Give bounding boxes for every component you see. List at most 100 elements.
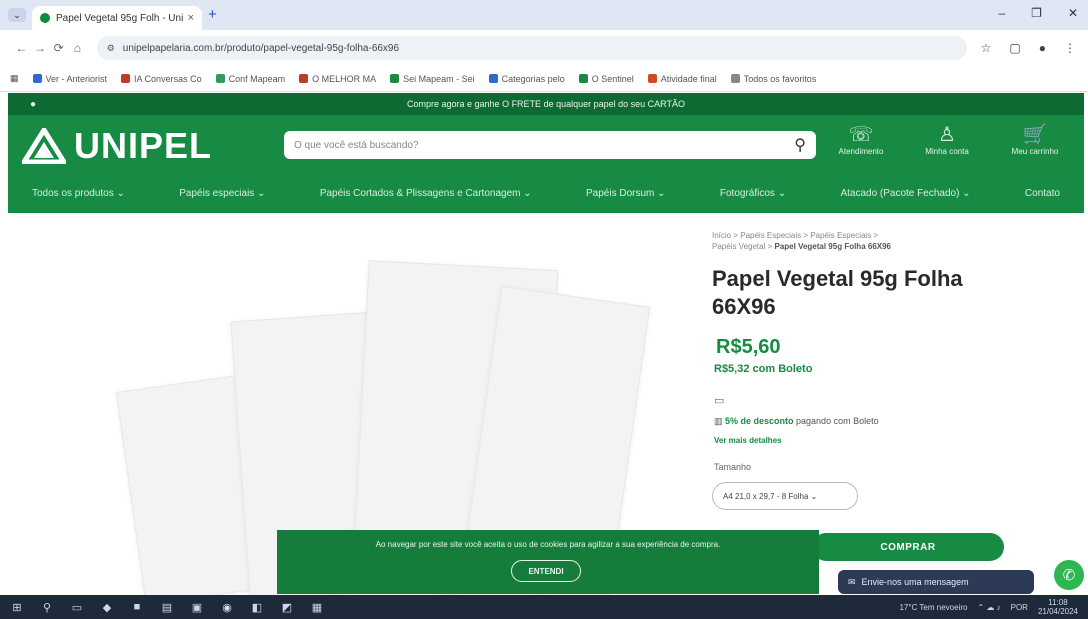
menu-item-papeis-especiais[interactable]: Papéis especiais ⌄ [179, 188, 265, 199]
forward-icon[interactable]: → [31, 41, 50, 55]
search-icon[interactable]: ⚲ [794, 135, 806, 155]
breadcrumb-path[interactable]: Início > Papéis Especiais > Papéis Espec… [712, 231, 878, 240]
tab-list-button[interactable]: ⌄ [8, 8, 26, 22]
taskbar-app-icon[interactable]: ▦ [310, 600, 324, 614]
bookmark-label: Ver - Anteriorist [45, 73, 108, 84]
maximize-button[interactable]: ❐ [1031, 6, 1042, 20]
site-header: UNIPEL O que você está buscando? ⚲ ☏ Ate… [8, 115, 1084, 173]
bookmark-label: Sei Mapeam - Sei [403, 73, 475, 84]
logo-triangle-icon [22, 128, 66, 164]
tab-close-icon[interactable]: × [188, 12, 194, 24]
search-placeholder: O que você está buscando? [294, 139, 419, 151]
browser-menu-icon[interactable]: ⋮ [1064, 41, 1076, 55]
taskbar-search-icon[interactable]: ⚲ [40, 600, 54, 614]
clock-date: 21/04/2024 [1037, 607, 1078, 616]
menu-item-fotograficos[interactable]: Fotográficos ⌄ [720, 188, 786, 199]
cookie-accept-button[interactable]: ENTENDI [511, 560, 581, 582]
clock[interactable]: 11:08 21/04/2024 [1038, 598, 1078, 616]
bookmark-favicon-icon [215, 74, 225, 83]
promo-text: Compre agora e ganhe O FRETE de qualquer… [407, 99, 685, 109]
search-input[interactable]: O que você está buscando? ⚲ [284, 131, 816, 159]
buy-button[interactable]: COMPRAR [812, 533, 1004, 561]
weather-widget[interactable]: 17°C Tem nevoeiro [899, 603, 967, 612]
product-title: Papel Vegetal 95g Folha 66X96 [712, 266, 963, 319]
breadcrumb-current: Papel Vegetal 95g Folha 66X96 [774, 242, 892, 251]
bookmark-favicon-icon [730, 74, 740, 83]
whatsapp-icon[interactable]: ✆ [1054, 560, 1084, 590]
size-label: Tamanho [714, 462, 752, 472]
browser-tab-bar: ⌄ Papel Vegetal 95g Folh - Uni × + – ❐ ✕ [0, 0, 1088, 30]
bookmark-label: IA Conversas Co [134, 73, 202, 84]
bookmark-label: Categorias pelo [501, 73, 565, 84]
taskbar-app-icon[interactable]: ▤ [160, 600, 174, 614]
bookmarks-bar: ▦ Ver - Anteriorist IA Conversas Co Conf M… [0, 66, 1088, 92]
main-menu: Todos os produtos ⌄ Papéis especiais ⌄ P… [8, 173, 1084, 213]
bookmark-favicon-icon [488, 74, 498, 83]
reload-icon[interactable]: ⟳ [49, 41, 68, 55]
menu-item-contato[interactable]: Contato [1025, 188, 1060, 199]
minimize-button[interactable]: – [998, 6, 1005, 20]
breadcrumb-path-2[interactable]: Papéis Vegetal > [712, 242, 775, 251]
credit-card-icon: ▭ [714, 395, 725, 407]
bookmark-item[interactable]: O MELHOR MA [299, 74, 376, 84]
bookmark-favicon-icon [578, 74, 588, 83]
task-view-icon[interactable]: ▭ [70, 600, 84, 614]
profile-icon[interactable]: ● [1039, 41, 1046, 55]
chat-widget[interactable]: ✉ Envie-nos uma mensagem [838, 570, 1034, 594]
account-link[interactable]: ♙ Minha conta [912, 123, 982, 156]
file-explorer-icon[interactable]: ▣ [190, 600, 204, 614]
menu-item-papeis-dorsum[interactable]: Papéis Dorsum ⌄ [586, 188, 666, 199]
back-icon[interactable]: ← [12, 41, 31, 55]
user-icon: ♙ [938, 124, 956, 146]
product-price: R$5,60 [716, 336, 781, 358]
bookmark-star-icon[interactable]: ☆ [981, 41, 992, 55]
taskbar-app-icon[interactable]: ◧ [250, 600, 264, 614]
taskbar-app-icon[interactable]: ■ [130, 600, 144, 614]
language-indicator[interactable]: POR [1011, 603, 1028, 612]
window-controls: – ❐ ✕ [998, 6, 1078, 20]
new-tab-button[interactable]: + [208, 6, 217, 23]
apps-grid-icon[interactable]: ▦ [10, 73, 19, 84]
cart-link[interactable]: 🛒 Meu carrinho [1000, 123, 1070, 156]
bookmark-label: Conf Mapeam [228, 73, 286, 84]
extensions-icon[interactable]: ▢ [1009, 41, 1020, 55]
unipel-logo[interactable]: UNIPEL [22, 125, 212, 167]
bookmark-item[interactable]: IA Conversas Co [121, 74, 202, 84]
discount-text: pagando com Boleto [793, 416, 879, 426]
chrome-icon[interactable]: ◉ [220, 600, 234, 614]
bookmark-label: Atividade final [660, 73, 717, 84]
bookmark-item[interactable]: Ver - Anteriorist [32, 73, 108, 84]
site-info-icon[interactable]: ⚙ [107, 43, 115, 54]
close-window-button[interactable]: ✕ [1068, 6, 1078, 20]
tab-title: Papel Vegetal 95g Folh - Uni [56, 12, 184, 24]
cart-label: Meu carrinho [1011, 147, 1059, 156]
bookmark-favicon-icon [647, 74, 657, 83]
clock-time: 11:08 [1048, 598, 1068, 607]
start-icon[interactable]: ⊞ [10, 600, 24, 614]
installments-link[interactable]: Ver mais detalhes [714, 436, 782, 445]
home-icon[interactable]: ⌂ [68, 41, 87, 55]
logo-text: UNIPEL [74, 125, 213, 166]
bookmark-item[interactable]: Sei Mapeam - Sei [390, 74, 475, 84]
bookmark-item[interactable]: Conf Mapeam [215, 73, 286, 84]
bookmark-item[interactable]: Atividade final [647, 73, 717, 84]
bookmark-favicon-icon [32, 74, 42, 83]
atendimento-link[interactable]: ☏ Atendimento [826, 123, 896, 156]
menu-item-atacado[interactable]: Atacado (Pacote Fechado) ⌄ [840, 188, 970, 199]
tray-icons[interactable]: ⌃ ☁ ♪ [977, 603, 1000, 612]
boleto-price: R$5,32 com Boleto [714, 363, 813, 375]
menu-item-papeis-cortados[interactable]: Papéis Cortados & Plissagens e Cartonage… [320, 188, 532, 199]
taskbar-app-icon[interactable]: ◩ [280, 600, 294, 614]
bookmark-favicon-icon [299, 74, 309, 83]
size-select[interactable]: A4 21,0 x 29,7 - 8 Folha ⌄ [712, 482, 858, 510]
bookmark-item[interactable]: O Sentinel [578, 74, 634, 84]
menu-item-todos-produtos[interactable]: Todos os produtos ⌄ [32, 188, 125, 199]
taskbar-app-icon[interactable]: ◆ [100, 600, 114, 614]
address-bar[interactable]: ⚙ unipelpapelaria.com.br/produto/papel-v… [96, 36, 967, 60]
browser-tab-active[interactable]: Papel Vegetal 95g Folh - Uni × [32, 6, 202, 30]
bookmark-item[interactable]: Categorias pelo [488, 73, 565, 84]
bookmark-item[interactable]: Todos os favoritos [730, 74, 816, 84]
cart-icon: 🛒 [1022, 124, 1048, 146]
boleto-discount: ▥ 5% de desconto pagando com Boleto [714, 416, 879, 427]
barcode-icon: ▥ [714, 416, 726, 426]
